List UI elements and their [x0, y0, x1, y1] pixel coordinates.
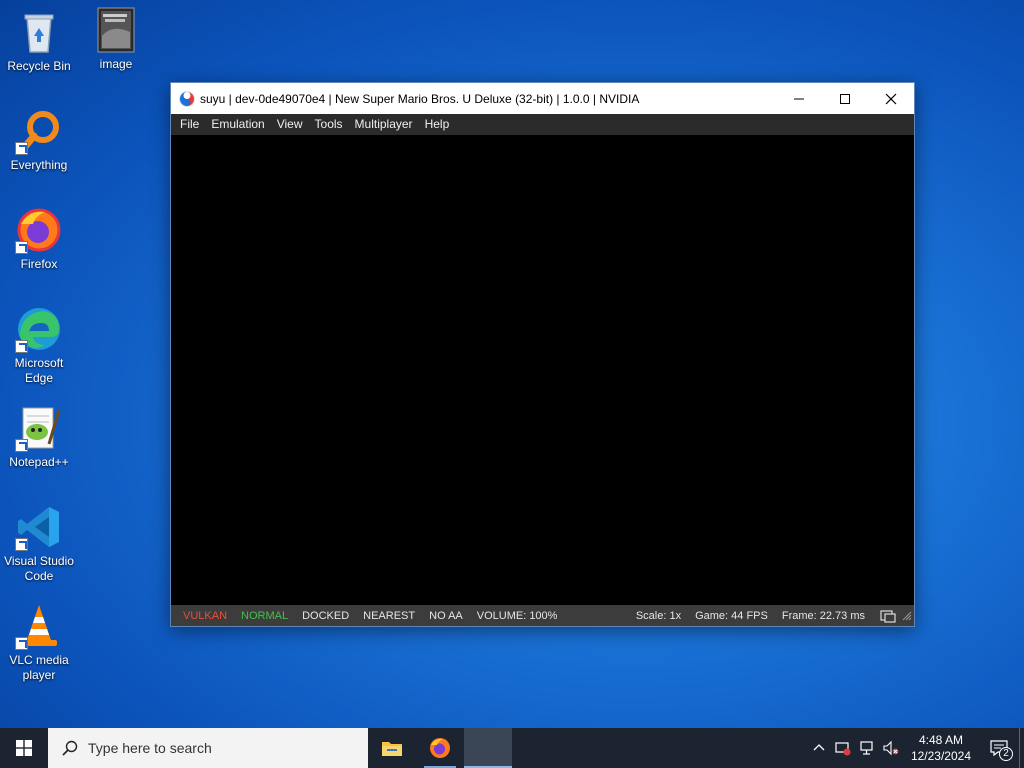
- desktop-icon-recycle-bin[interactable]: Recycle Bin: [1, 8, 77, 74]
- firefox-icon: [15, 206, 63, 254]
- image-file-icon: [92, 6, 140, 54]
- desktop-icon-vlc[interactable]: VLC media player: [1, 602, 77, 683]
- folder-icon: [382, 742, 402, 756]
- desktop-icon-edge[interactable]: Microsoft Edge: [1, 305, 77, 386]
- desktop-icon-firefox[interactable]: Firefox: [1, 206, 77, 272]
- taskbar-firefox[interactable]: [416, 728, 464, 768]
- status-scale: Scale: 1x: [635, 609, 682, 622]
- status-gpu-accuracy[interactable]: NORMAL: [234, 610, 295, 622]
- status-volume[interactable]: VOLUME: 100%: [470, 610, 565, 622]
- taskbar: Type here to search 4:48 AM 12/23/2024 2: [0, 728, 1024, 768]
- desktop-icon-label: Everything: [10, 158, 68, 172]
- close-button[interactable]: [868, 83, 914, 114]
- status-game-fps: Game: 44 FPS: [695, 609, 768, 622]
- tray-volume-button[interactable]: [879, 728, 903, 768]
- maximize-icon: [840, 93, 850, 104]
- resize-grip-icon[interactable]: [902, 611, 912, 621]
- desktop-icon-label: Microsoft Edge: [14, 356, 64, 385]
- volume-muted-icon: [883, 740, 899, 756]
- minimize-icon: [794, 98, 804, 99]
- menu-file[interactable]: File: [174, 114, 205, 135]
- magnifier-icon: [15, 107, 63, 155]
- action-center-button[interactable]: 2: [979, 728, 1019, 768]
- status-anti-aliasing[interactable]: NO AA: [422, 610, 470, 622]
- firefox-icon: [430, 738, 450, 758]
- title-bar[interactable]: suyu | dev-0de49070e4 | New Super Mario …: [171, 83, 914, 114]
- desktop-icon-label: image: [99, 57, 133, 71]
- maximize-button[interactable]: [822, 83, 868, 114]
- minimize-button[interactable]: [776, 83, 822, 114]
- taskbar-suyu[interactable]: [464, 728, 512, 768]
- clock-time: 4:48 AM: [918, 733, 963, 747]
- status-dock-mode[interactable]: DOCKED: [295, 610, 356, 622]
- status-frame-time: Frame: 22.73 ms: [781, 609, 865, 622]
- desktop-icon-label: Firefox: [20, 257, 58, 271]
- vlc-cone-icon: [15, 602, 63, 650]
- recycle-bin-icon: [15, 8, 63, 56]
- status-bar: VULKAN NORMAL DOCKED NEAREST NO AA VOLUM…: [171, 605, 914, 626]
- shortcut-arrow-icon: [15, 538, 28, 551]
- menu-view[interactable]: View: [271, 114, 309, 135]
- menu-emulation[interactable]: Emulation: [205, 114, 270, 135]
- shortcut-arrow-icon: [15, 637, 28, 650]
- network-icon: [860, 741, 873, 755]
- menu-bar: File Emulation View Tools Multiplayer He…: [171, 114, 914, 135]
- vscode-icon: [15, 503, 63, 551]
- game-render-area[interactable]: [171, 135, 914, 605]
- docked-mode-icon[interactable]: [880, 609, 896, 623]
- suyu-window[interactable]: suyu | dev-0de49070e4 | New Super Mario …: [170, 82, 915, 627]
- close-icon: [885, 93, 897, 104]
- suyu-logo-icon: [179, 90, 195, 107]
- status-graphics-api[interactable]: VULKAN: [176, 610, 234, 622]
- status-filter[interactable]: NEAREST: [356, 610, 422, 622]
- menu-multiplayer[interactable]: Multiplayer: [349, 114, 419, 135]
- shortcut-arrow-icon: [15, 241, 28, 254]
- desktop-icon-image[interactable]: image: [78, 6, 154, 72]
- shortcut-arrow-icon: [15, 142, 28, 155]
- desktop-icon-vscode[interactable]: Visual Studio Code: [1, 503, 77, 584]
- shortcut-arrow-icon: [15, 340, 28, 353]
- menu-help[interactable]: Help: [419, 114, 456, 135]
- search-placeholder: Type here to search: [88, 740, 212, 756]
- desktop-icon-label: VLC media player: [9, 653, 69, 682]
- desktop-icon-label: Recycle Bin: [7, 59, 71, 73]
- desktop-icon-label: Notepad++: [9, 455, 69, 469]
- search-icon: [62, 740, 78, 756]
- windows-logo-icon: [16, 740, 32, 756]
- taskbar-clock[interactable]: 4:48 AM 12/23/2024: [903, 732, 979, 764]
- edge-icon: [15, 305, 63, 353]
- tray-security-icon-button[interactable]: [831, 728, 855, 768]
- chevron-up-icon: [813, 744, 825, 751]
- notepadpp-icon: [15, 404, 63, 452]
- show-hidden-icons-button[interactable]: [807, 728, 831, 768]
- window-title: suyu | dev-0de49070e4 | New Super Mario …: [200, 91, 640, 106]
- desktop-icon-everything[interactable]: Everything: [1, 107, 77, 173]
- desktop-icon-label: Visual Studio Code: [4, 554, 74, 583]
- menu-tools[interactable]: Tools: [309, 114, 349, 135]
- clock-date: 12/23/2024: [910, 749, 971, 763]
- show-desktop-button[interactable]: [1019, 728, 1024, 768]
- taskbar-search-box[interactable]: Type here to search: [48, 728, 368, 768]
- taskbar-file-explorer[interactable]: [368, 728, 416, 768]
- system-tray: 4:48 AM 12/23/2024 2: [807, 728, 1024, 768]
- shortcut-arrow-icon: [15, 439, 28, 452]
- security-alert-icon: [835, 742, 851, 756]
- tray-network-button[interactable]: [855, 728, 879, 768]
- start-button[interactable]: [0, 728, 48, 768]
- notification-count-badge: 2: [999, 747, 1013, 761]
- desktop-icon-notepadpp[interactable]: Notepad++: [1, 404, 77, 470]
